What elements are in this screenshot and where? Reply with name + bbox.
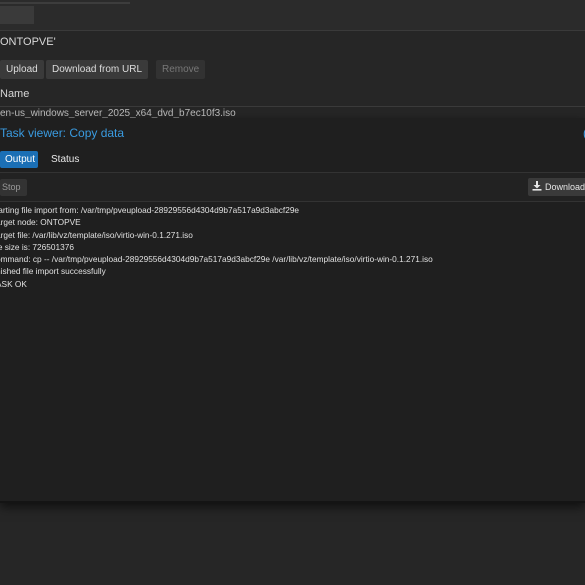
task-viewer-toolbar: Stop Download <box>0 172 585 202</box>
storage-title: ONTOPVE' <box>0 36 56 48</box>
task-viewer-title: Task viewer: Copy data <box>0 126 125 140</box>
tab-output[interactable]: Output <box>0 151 38 168</box>
download-button[interactable]: Download <box>528 178 585 196</box>
task-viewer-window: Task viewer: Copy data ( Output Status S… <box>0 118 585 503</box>
log-line: ommand: cp -- /var/tmp/pveupload-2892955… <box>0 254 433 265</box>
task-output-log: tarting file import from: /var/tmp/pveup… <box>0 204 585 290</box>
column-header-row: Name <box>0 82 585 107</box>
remove-button[interactable]: Remove <box>156 60 206 79</box>
stop-button[interactable]: Stop <box>0 179 27 196</box>
download-from-url-button[interactable]: Download from URL <box>46 60 149 79</box>
upload-button[interactable]: Upload <box>0 60 44 79</box>
top-bar-divider <box>0 2 130 4</box>
log-line: nished file import successfully <box>0 266 106 277</box>
download-button-label: Download <box>545 182 585 192</box>
download-icon <box>532 181 542 191</box>
task-viewer-header[interactable]: Task viewer: Copy data ( <box>0 118 585 148</box>
column-header-name[interactable]: Name <box>0 88 29 100</box>
tab-status[interactable]: Status <box>46 151 84 168</box>
top-bar-tab[interactable] <box>0 6 34 24</box>
app-root: ONTOPVE' Upload Download from URL Remove… <box>0 0 585 585</box>
log-line: tarting file import from: /var/tmp/pveup… <box>0 205 300 215</box>
top-bar <box>0 0 585 31</box>
log-line: arget node: ONTOPVE <box>0 217 81 228</box>
log-line: le size is: 726501376 <box>0 241 74 252</box>
log-line: ASK OK <box>0 278 27 289</box>
log-line: arget file: /var/lib/vz/template/iso/vir… <box>0 229 193 240</box>
